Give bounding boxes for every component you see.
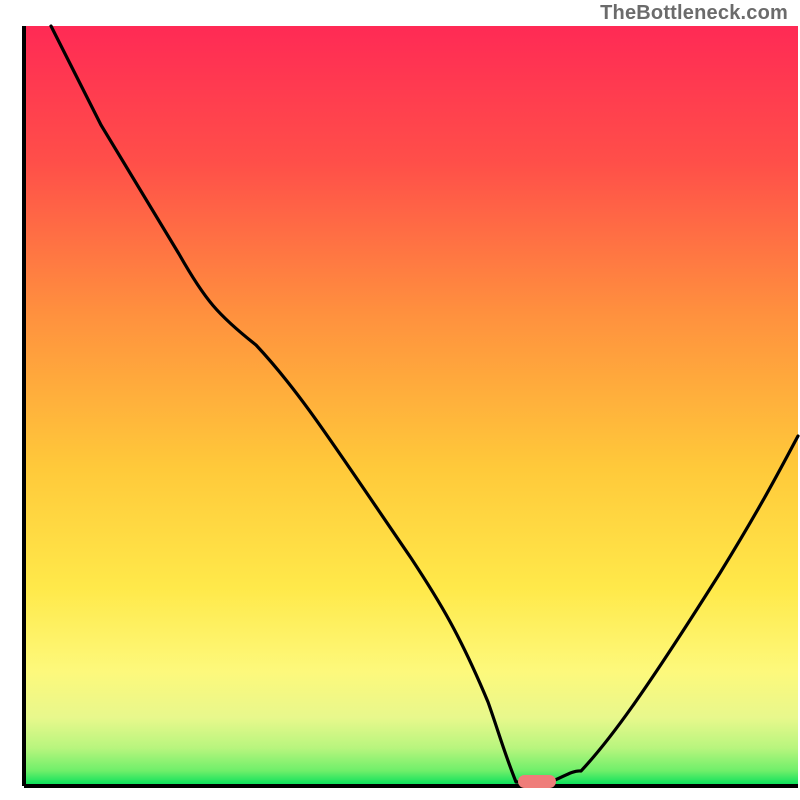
bottleneck-chart: TheBottleneck.com <box>0 0 800 800</box>
chart-svg <box>0 0 800 800</box>
gradient-background <box>24 26 798 786</box>
watermark-text: TheBottleneck.com <box>600 2 788 25</box>
optimal-marker <box>518 775 556 788</box>
